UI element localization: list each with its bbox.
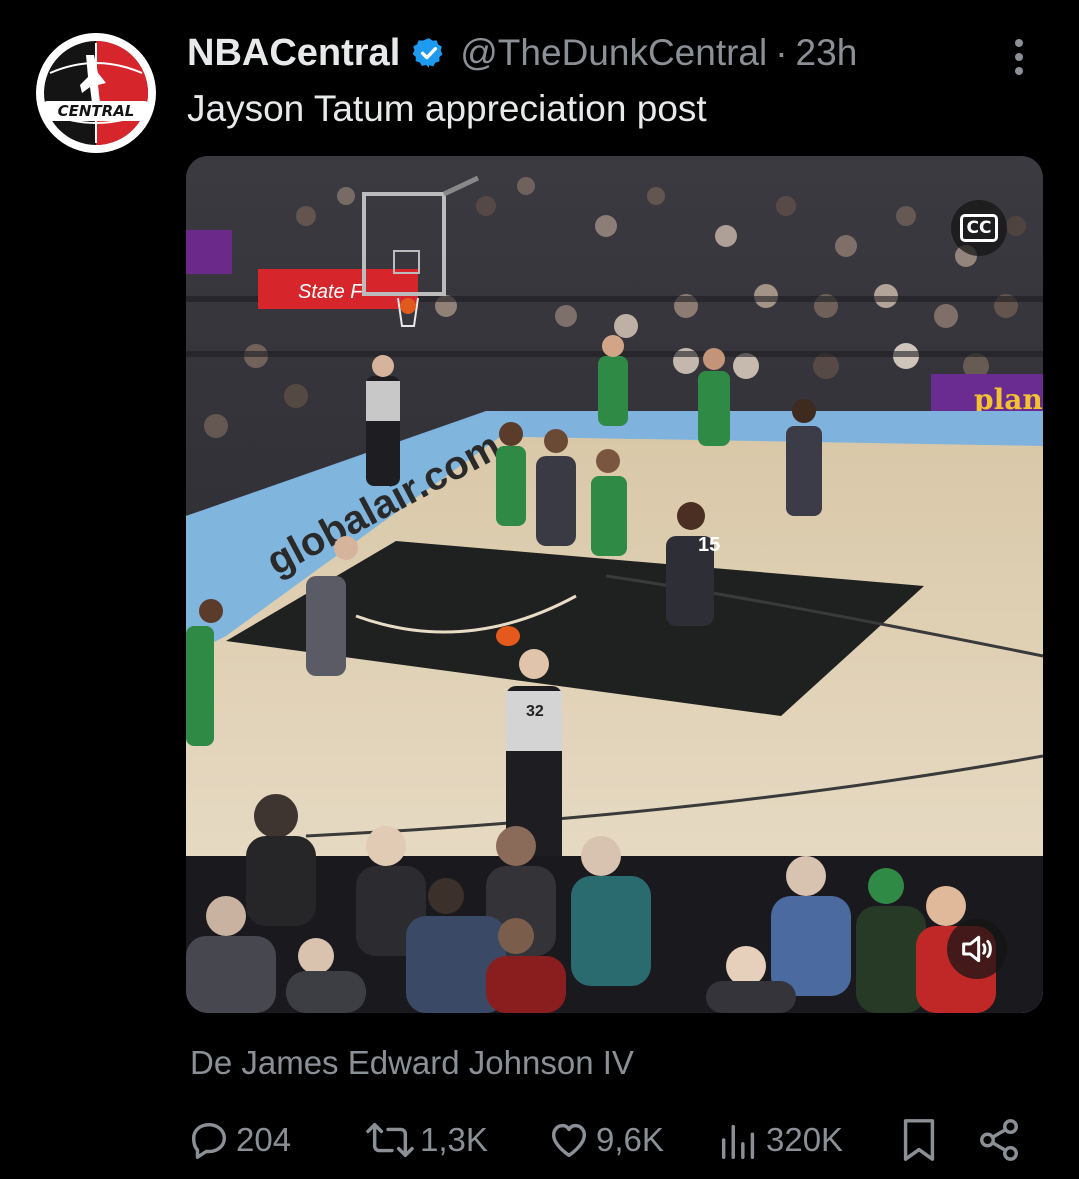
like-count: 9,6K <box>596 1121 664 1158</box>
more-vertical-icon-dot <box>1015 67 1023 75</box>
user-handle[interactable]: @TheDunkCentral <box>460 32 767 74</box>
verified-badge-icon <box>412 38 443 68</box>
avatar[interactable]: CENTRAL <box>36 33 156 153</box>
view-count: 320K <box>766 1121 844 1158</box>
more-vertical-icon-dot <box>1015 53 1023 61</box>
like-button[interactable]: 9,6K <box>546 1112 664 1168</box>
bookmark-button[interactable] <box>896 1112 942 1168</box>
video-frame-basketball-game: State F plan fitn globalair.com <box>186 156 1043 1013</box>
more-vertical-icon <box>1015 39 1023 47</box>
reply-button[interactable]: 204 <box>186 1112 291 1168</box>
avatar-logo-text: CENTRAL <box>58 102 135 120</box>
repost-count: 1,3K <box>420 1121 488 1158</box>
views-button[interactable]: 320K <box>716 1112 843 1168</box>
closed-captions-button[interactable]: CC <box>951 200 1007 256</box>
volume-toggle-button[interactable] <box>947 919 1007 979</box>
share-icon <box>980 1119 1018 1161</box>
video-player[interactable]: State F plan fitn globalair.com <box>186 156 1043 1013</box>
tweet: CENTRAL NBACentral @TheDunkCentral · 23h… <box>0 0 1079 1179</box>
reply-count: 204 <box>236 1121 292 1158</box>
post-header: NBACentral @TheDunkCentral · 23h <box>187 30 857 76</box>
repost-button[interactable]: 1,3K <box>364 1112 488 1168</box>
cc-icon: CC <box>959 214 999 242</box>
post-text: Jayson Tatum appreciation post <box>187 88 707 129</box>
referee-jersey-number: 32 <box>526 703 544 720</box>
banner-state-text: State F <box>298 281 364 303</box>
bookmark-icon <box>903 1119 935 1161</box>
action-bar: 204 1,3K 9,6K 320K <box>186 1112 1036 1168</box>
share-button[interactable] <box>976 1112 1022 1168</box>
video-credit[interactable]: De James Edward Johnson IV <box>190 1044 634 1082</box>
post-time[interactable]: 23h <box>796 32 858 74</box>
volume-icon <box>962 935 992 963</box>
display-name[interactable]: NBACentral <box>187 32 400 75</box>
nba-central-logo: CENTRAL <box>38 35 154 151</box>
separator-dot: · <box>775 32 788 73</box>
reply-icon <box>191 1122 227 1159</box>
views-icon <box>721 1124 755 1159</box>
more-options-button[interactable] <box>1004 36 1034 78</box>
player-jersey-number: 15 <box>698 534 720 556</box>
repost-icon <box>366 1122 414 1158</box>
like-icon <box>551 1123 587 1158</box>
